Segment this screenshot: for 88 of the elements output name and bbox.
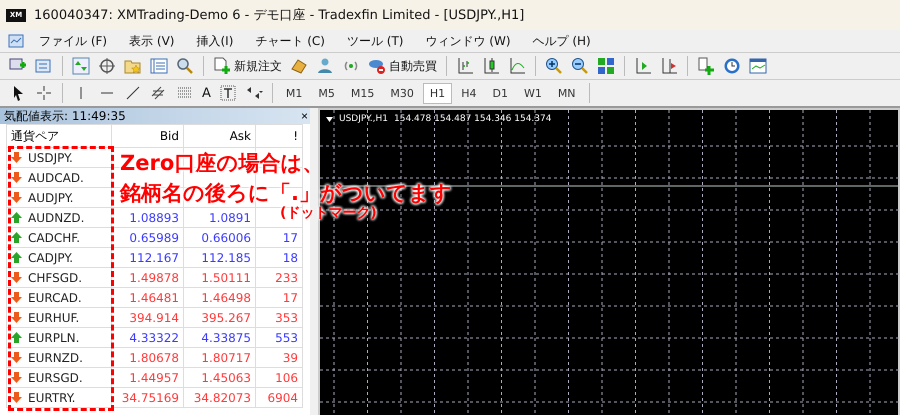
window-title: 160040347: XMTrading-Demo 6 - デモ口座 - Tradexfin Limited - [USDJPY.,H1] [34,7,524,24]
column-header[interactable]: ! [256,124,302,148]
symbol-name: EURNZD. [28,350,83,364]
timeframe-tab[interactable]: M1 [278,82,310,104]
bid-cell: 1.80678 [112,348,184,368]
down-arrow-icon [11,272,22,283]
column-header[interactable]: 通貨ペア [6,124,112,148]
ask-cell: 1.46498 [184,288,256,308]
timeframe-tab[interactable]: D1 [485,82,515,104]
document-plus-icon [213,57,231,75]
bid-cell: 394.914 [112,308,184,328]
down-arrow-icon [11,152,22,163]
column-header[interactable]: Ask [184,124,256,148]
spread-cell: 233 [256,268,302,288]
menu-item[interactable]: チャート (C) [244,32,336,50]
symbol-name: AUDJPY. [28,190,74,204]
spread-cell: 18 [256,248,302,268]
bid-cell: 112.167 [112,248,184,268]
up-arrow-icon [11,252,22,263]
bid-cell: 1.44957 [112,368,184,388]
chart-symbol: USDJPY.,H1 [339,114,388,124]
symbol-name: EURHUF. [28,310,80,324]
symbol-name: CADCHF. [28,230,80,244]
timeframe-tab[interactable]: M5 [311,82,342,104]
new-order-button[interactable]: 新規注文 [210,55,285,77]
spread-cell: 106 [256,368,302,388]
spread-cell: 553 [256,328,302,348]
timeframe-tab[interactable]: M30 [383,82,421,104]
ask-cell: 4.33875 [184,328,256,348]
menu-item[interactable]: ウィンドウ (W) [414,32,522,50]
up-arrow-icon [11,332,22,343]
spread-cell: 17 [256,228,302,248]
symbol-name: EURSGD. [28,370,83,384]
ask-cell: 395.267 [184,308,256,328]
symbol-name: EURCAD. [28,290,82,304]
spread-cell: 17 [256,288,302,308]
timeframe-tab[interactable]: H1 [422,82,452,104]
auto-trading-button[interactable]: 自動売買 [365,55,440,77]
down-arrow-icon [11,292,22,303]
menu-item[interactable]: 表示 (V) [118,32,186,50]
down-arrow-icon [11,372,22,383]
ask-cell: 1.80717 [184,348,256,368]
ask-cell: 1.0891 [184,208,256,228]
timeframe-tab[interactable]: W1 [516,82,549,104]
ask-cell: 1.45063 [184,368,256,388]
spread-cell: 353 [256,308,302,328]
timeframe-tab[interactable]: M15 [344,82,382,104]
down-arrow-icon [11,352,22,363]
hat-stop-icon [368,57,386,75]
bid-cell: 1.46481 [112,288,184,308]
down-arrow-icon [11,172,22,183]
annotation-text: 銘柄名の後ろに「.」がついてます [120,180,452,206]
timeframe-tab[interactable]: MN [550,82,583,104]
spread-cell: 39 [256,348,302,368]
timeframe-tab[interactable]: H4 [454,82,484,104]
annotation-text: Zero口座の場合は、 [120,150,324,177]
bid-cell: 1.08893 [112,208,184,228]
symbol-name: AUDCAD. [28,170,84,184]
menu-item[interactable]: ヘルプ (H) [522,32,602,50]
ask-cell: 34.82073 [184,388,256,408]
bid-cell: 0.65989 [112,228,184,248]
down-arrow-icon [11,192,22,203]
chart-prices: 154.478 154.487 154.346 154.374 [394,114,552,124]
close-button[interactable]: × [300,109,308,123]
down-arrow-icon [11,312,22,323]
bid-cell: 4.33322 [112,328,184,348]
bid-cell: 1.49878 [112,268,184,288]
column-header[interactable]: Bid [112,124,184,148]
symbol-name: EURPLN. [28,330,80,344]
up-arrow-icon [11,212,22,223]
menu-item[interactable]: ツール (T) [336,32,414,50]
spread-cell: 6904 [256,388,302,408]
symbol-name: AUDNZD. [28,210,84,224]
symbol-name: CHFSGD. [28,270,82,284]
ask-cell: 112.185 [184,248,256,268]
panel-title: 気配値表示: 11:49:35 [4,108,126,124]
dropdown-icon [326,116,333,122]
symbol-name: EURTRY. [28,390,76,404]
bid-cell: 34.75169 [112,388,184,408]
menu-item[interactable]: ファイル (F) [28,32,118,50]
menu-item[interactable]: 挿入(I) [185,32,244,50]
ask-cell: 0.66006 [184,228,256,248]
text-tool[interactable]: A [199,84,214,102]
symbol-name: CADJPY. [28,250,74,264]
down-arrow-icon [11,392,22,403]
symbol-name: USDJPY. [28,150,73,164]
up-arrow-icon [11,232,22,243]
ask-cell: 1.50111 [184,268,256,288]
